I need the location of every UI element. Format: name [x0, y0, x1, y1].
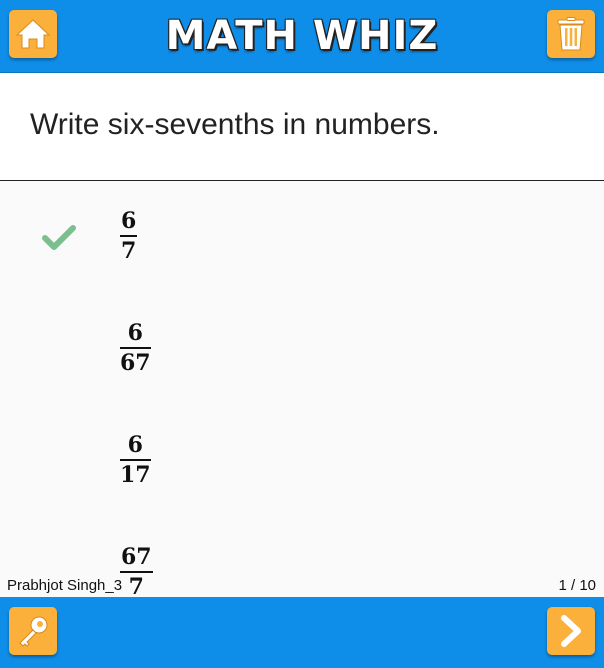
fraction-denominator: 7: [121, 238, 137, 264]
trash-button[interactable]: [547, 10, 595, 58]
answer-fraction: 67 7: [120, 545, 153, 597]
answer-fraction: 6 17: [120, 433, 151, 487]
checkmark-icon: [42, 225, 76, 250]
answer-option-2[interactable]: 6 67: [0, 321, 604, 421]
page-counter: 1 / 10: [558, 577, 596, 594]
fraction-denominator: 7: [128, 574, 144, 597]
fraction-denominator: 67: [120, 350, 151, 376]
next-button[interactable]: [547, 607, 595, 655]
answer-fraction: 6 67: [120, 321, 151, 375]
answer-option-3[interactable]: 6 17: [0, 433, 604, 533]
fraction-numerator: 6: [127, 320, 143, 346]
chevron-right-icon: [561, 615, 581, 647]
app-title: MATH WHIZ: [165, 13, 439, 59]
fraction-numerator: 6: [127, 432, 143, 458]
key-icon: [19, 616, 48, 647]
answer-fraction: 6 7: [120, 208, 138, 264]
question-panel: Write six-sevenths in numbers.: [0, 73, 604, 181]
fraction-numerator: 67: [121, 544, 152, 570]
key-button[interactable]: [9, 607, 57, 655]
answer-option-1[interactable]: 6 7: [0, 209, 604, 309]
user-name: Prabhjot Singh_3: [7, 577, 123, 594]
trash-icon: [557, 17, 585, 51]
top-bar: MATH WHIZ: [0, 0, 604, 73]
answer-list: 6 7 6 67 6 17 67 7: [0, 181, 604, 597]
bottom-bar: [0, 597, 604, 668]
fraction-denominator: 17: [120, 462, 151, 488]
question-text: Write six-sevenths in numbers.: [30, 108, 440, 141]
fraction-numerator: 6: [121, 208, 137, 234]
